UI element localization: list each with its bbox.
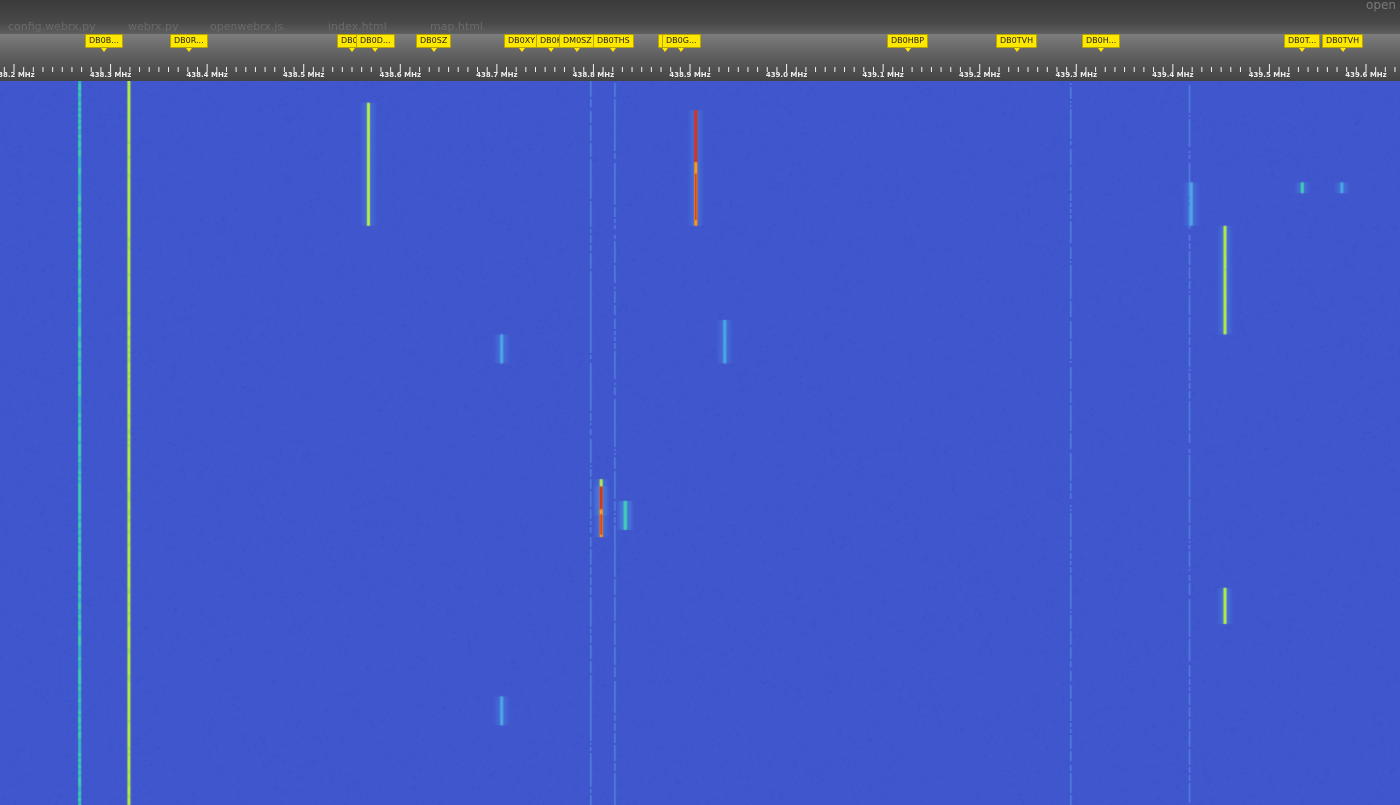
frequency-label: 439.0 MHz xyxy=(765,71,808,79)
frequency-label: 439.3 MHz xyxy=(1055,71,1098,79)
waterfall-display[interactable] xyxy=(0,81,1400,805)
frequency-label: 438.5 MHz xyxy=(282,71,325,79)
open-button[interactable]: open xyxy=(1366,0,1396,12)
bookmark-marker[interactable]: DB0G... xyxy=(662,34,701,52)
bookmark-marker[interactable]: DM0SZ xyxy=(559,34,596,52)
tab-map[interactable]: map.html xyxy=(430,20,483,33)
tab-config[interactable]: config.webrx.py xyxy=(8,20,96,33)
bookmark-marker[interactable]: DB0R... xyxy=(170,34,208,52)
tab-openwebrx-js[interactable]: openwebrx.js xyxy=(210,20,283,33)
frequency-label: 438.6 MHz xyxy=(379,71,422,79)
frequency-label: 438.8 MHz xyxy=(572,71,615,79)
frequency-label: 438.3 MHz xyxy=(89,71,132,79)
bookmark-marker[interactable]: DB0THS xyxy=(593,34,634,52)
bookmark-marker[interactable]: DB0TVH xyxy=(996,34,1038,52)
frequency-label: 438.4 MHz xyxy=(186,71,228,79)
tab-index[interactable]: index.html xyxy=(328,20,387,33)
frequency-label: 439.6 MHz xyxy=(1345,71,1387,79)
bookmark-marker[interactable]: DB0T... xyxy=(1284,34,1321,52)
bookmark-marker[interactable]: DB0D... xyxy=(356,34,395,52)
frequency-label: 439.4 MHz xyxy=(1152,71,1194,79)
bookmark-marker[interactable]: DB0B... xyxy=(85,34,123,52)
bookmark-marker[interactable]: DB0XY xyxy=(504,34,540,52)
frequency-label: 439.5 MHz xyxy=(1248,71,1291,79)
frequency-label: 439.2 MHz xyxy=(958,71,1001,79)
frequency-label: 438.9 MHz xyxy=(669,71,711,79)
bookmark-marker[interactable]: DB0SZ xyxy=(416,34,452,52)
bookmark-marker[interactable]: DB0HBP xyxy=(887,34,929,52)
tab-webrx[interactable]: webrx.py xyxy=(128,20,178,33)
frequency-label: 439.1 MHz xyxy=(862,71,904,79)
bookmark-marker[interactable]: DB0H... xyxy=(1082,34,1121,52)
bookmark-marker[interactable]: DB0TVH xyxy=(1322,34,1364,52)
frequency-scale[interactable]: 438.2 MHz 438.3 MHz 438.4 MHz 438.5 MHz 438.… xyxy=(0,34,1400,81)
browser-tab-bar: config.webrx.py webrx.py openwebrx.js in… xyxy=(0,0,1400,34)
frequency-label: 438.7 MHz xyxy=(476,71,518,79)
frequency-label: 438.2 MHz xyxy=(0,71,35,79)
waterfall-canvas[interactable] xyxy=(0,81,1400,805)
